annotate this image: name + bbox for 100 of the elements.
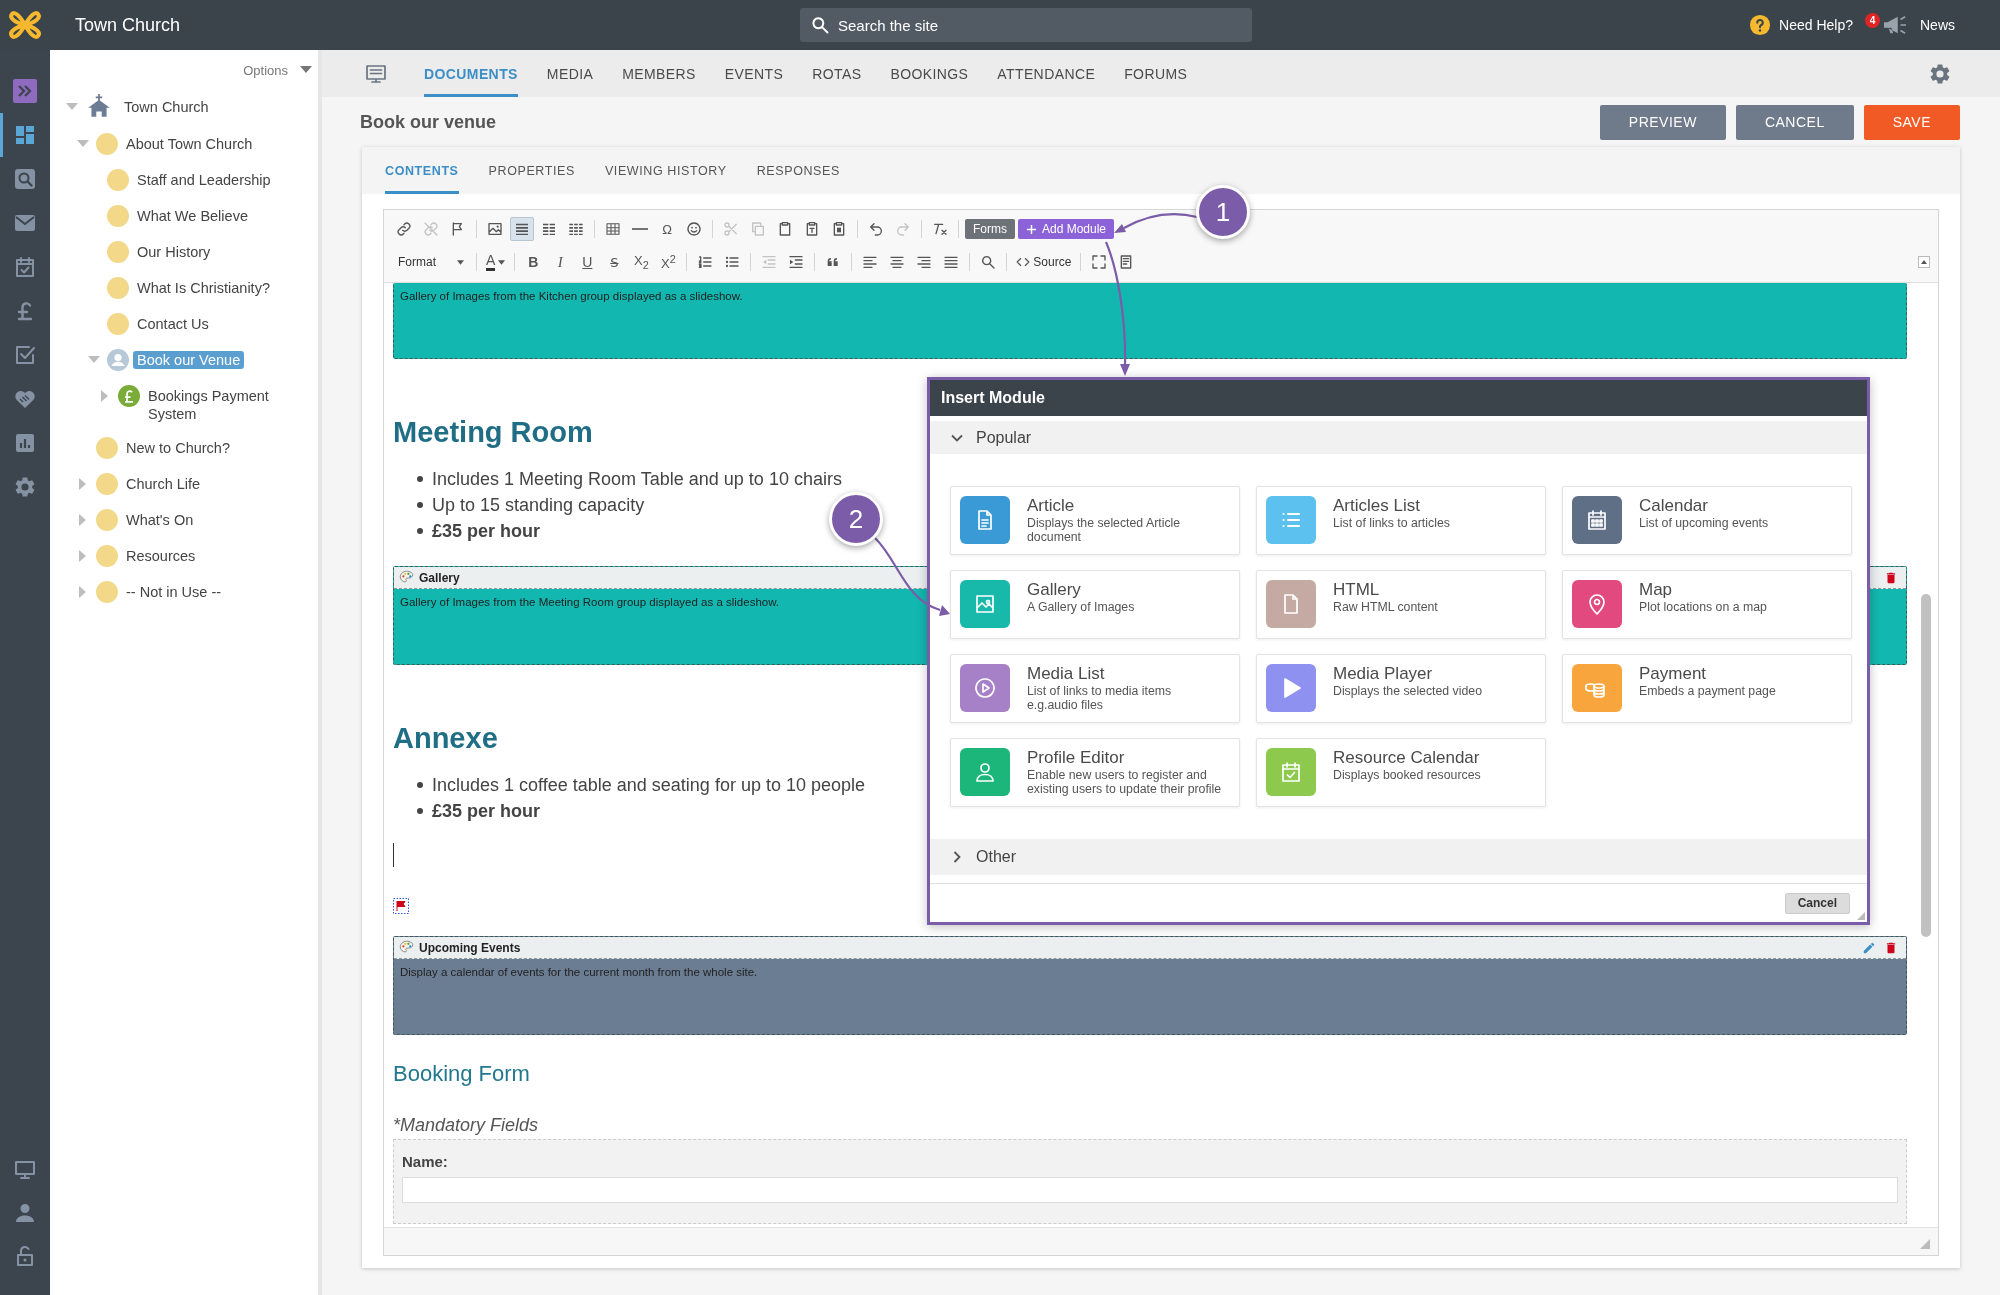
clipboard-text-icon [804, 221, 820, 237]
palette-icon [399, 570, 414, 585]
strikethrough-button[interactable]: S̶ [602, 250, 627, 274]
section-toggle[interactable]: Popular [930, 421, 1867, 454]
action-button[interactable]: CANCEL [1735, 104, 1854, 140]
justify-icon [943, 254, 960, 270]
tree-item[interactable]: New to Church? [122, 439, 234, 457]
clipboard-document-icon [831, 221, 847, 237]
toolbar-button[interactable] [510, 217, 534, 241]
input-field[interactable] [402, 1177, 1898, 1203]
outdent-icon [761, 254, 778, 270]
bullet-icon [417, 476, 423, 482]
dialog-title: Insert Module [941, 389, 1045, 407]
tree-item[interactable]: About Town Church [122, 135, 257, 153]
clipboard-icon [777, 221, 793, 237]
module-option[interactable]: Media List List of links to media items e.g.audio files [950, 654, 1240, 723]
italic-button[interactable]: I [548, 250, 573, 274]
module-option[interactable]: HTML Raw HTML content [1256, 570, 1546, 639]
tree-item[interactable]: What We Believe [133, 207, 252, 225]
nav-tab[interactable]: ROTAS [812, 50, 862, 97]
module-option[interactable]: Gallery A Gallery of Images [950, 570, 1240, 639]
options-menu[interactable]: Options [243, 62, 312, 78]
settings-icon[interactable] [1928, 61, 1952, 86]
nav-tab[interactable]: MEMBERS [622, 50, 696, 97]
nav-tab[interactable]: BOOKINGS [890, 50, 969, 97]
palette-icon [399, 940, 414, 955]
module-option[interactable]: Calendar List of upcoming events [1562, 486, 1852, 555]
editor-tab[interactable]: PROPERTIES [488, 147, 575, 194]
align-left-icon [862, 254, 879, 270]
caret-down-icon [457, 259, 464, 265]
resize-grip-icon[interactable] [1857, 912, 1865, 920]
two-column-icon [541, 221, 557, 237]
search-icon [13, 167, 37, 191]
underline-button[interactable]: U [575, 250, 600, 274]
redo-icon [895, 221, 911, 237]
link-icon [396, 221, 412, 237]
help-link[interactable]: Need Help? [1779, 17, 1853, 33]
scrollbar-thumb[interactable] [1921, 594, 1931, 937]
news-link[interactable]: News [1920, 17, 1955, 33]
nav-tab[interactable]: EVENTS [724, 50, 784, 97]
font-color-button[interactable]: A [483, 250, 509, 274]
module-option[interactable]: Profile Editor Enable new users to register and existing users to update their profile [950, 738, 1240, 807]
plus-icon [1026, 223, 1037, 235]
tree-item[interactable]: Resources [122, 547, 200, 565]
flag-icon[interactable] [393, 898, 409, 914]
format-dropdown[interactable]: Format [392, 251, 470, 273]
tree-item[interactable]: What Is Christianity? [133, 279, 274, 297]
editor-tab[interactable]: VIEWING HISTORY [604, 147, 727, 194]
toolbar-button[interactable]: X$^{2}$ [656, 250, 681, 274]
nav-tab[interactable]: FORUMS [1124, 50, 1188, 97]
copy-icon [750, 221, 766, 237]
nav-tab[interactable]: ATTENDANCE [997, 50, 1096, 97]
tree-item[interactable]: Church Life [122, 475, 205, 493]
text-cursor [393, 843, 394, 867]
nav-tab[interactable]: MEDIA [546, 50, 594, 97]
tree-item[interactable]: Contact Us [133, 315, 213, 333]
indent-icon [788, 254, 805, 270]
tree-item[interactable]: Our History [133, 243, 215, 261]
tree-item[interactable]: Bookings Payment System [144, 387, 300, 423]
church-icon [86, 93, 112, 119]
caret-down-icon [498, 259, 506, 265]
editor-tab[interactable]: RESPONSES [756, 147, 840, 194]
help-icon[interactable] [1749, 14, 1772, 36]
toolbar-button[interactable]: Forms [965, 219, 1015, 239]
user-circle-icon [107, 349, 129, 371]
module-option[interactable]: Payment Embeds a payment page [1562, 654, 1852, 723]
megaphone-icon[interactable] [1882, 14, 1908, 36]
search-icon [980, 254, 997, 270]
cancel-button[interactable]: Cancel [1784, 892, 1850, 914]
page-dot-icon [96, 437, 118, 459]
tree-item[interactable]: What's On [122, 511, 198, 529]
page-dot-icon [96, 133, 118, 155]
count-badge: 4 [1865, 12, 1880, 28]
module-option[interactable]: Resource Calendar Displays booked resources [1256, 738, 1546, 807]
bold-button[interactable]: B [521, 250, 546, 274]
action-button[interactable]: PREVIEW [1599, 104, 1726, 140]
resize-grip-icon[interactable] [1920, 1239, 1930, 1249]
edit-icon[interactable] [1862, 940, 1876, 955]
module-option[interactable]: Media Player Displays the selected video [1256, 654, 1546, 723]
tree-item[interactable]: -- Not in Use -- [122, 583, 226, 601]
double-chevron-icon[interactable] [13, 79, 37, 103]
table-icon [605, 221, 621, 237]
section-toggle[interactable]: Other [930, 839, 1867, 875]
delete-icon[interactable] [1884, 940, 1898, 955]
toolbar-button[interactable]: Ω [655, 217, 679, 241]
tree-item[interactable]: Town Church [120, 98, 213, 116]
toolbar-button[interactable]: X$_{2}$ [629, 250, 654, 274]
list-item: Includes 1 coffee table and seating for up to 10 people [432, 774, 865, 796]
page-dot-icon [107, 277, 129, 299]
heading: Annexe [393, 721, 498, 756]
add-button[interactable]: Add Module [1018, 219, 1115, 239]
module-option[interactable]: Article Displays the selected Article document [950, 486, 1240, 555]
collapse-icon[interactable] [1918, 256, 1930, 268]
source-button[interactable]: Source [1013, 250, 1075, 274]
tree-item[interactable]: Staff and Leadership [133, 171, 275, 189]
module-option[interactable]: Map Plot locations on a map [1562, 570, 1852, 639]
delete-icon[interactable] [1884, 570, 1898, 585]
bullet-icon [417, 502, 423, 508]
module-option[interactable]: Articles List List of links to articles [1256, 486, 1546, 555]
search-field[interactable]: Search the site [800, 8, 1252, 42]
